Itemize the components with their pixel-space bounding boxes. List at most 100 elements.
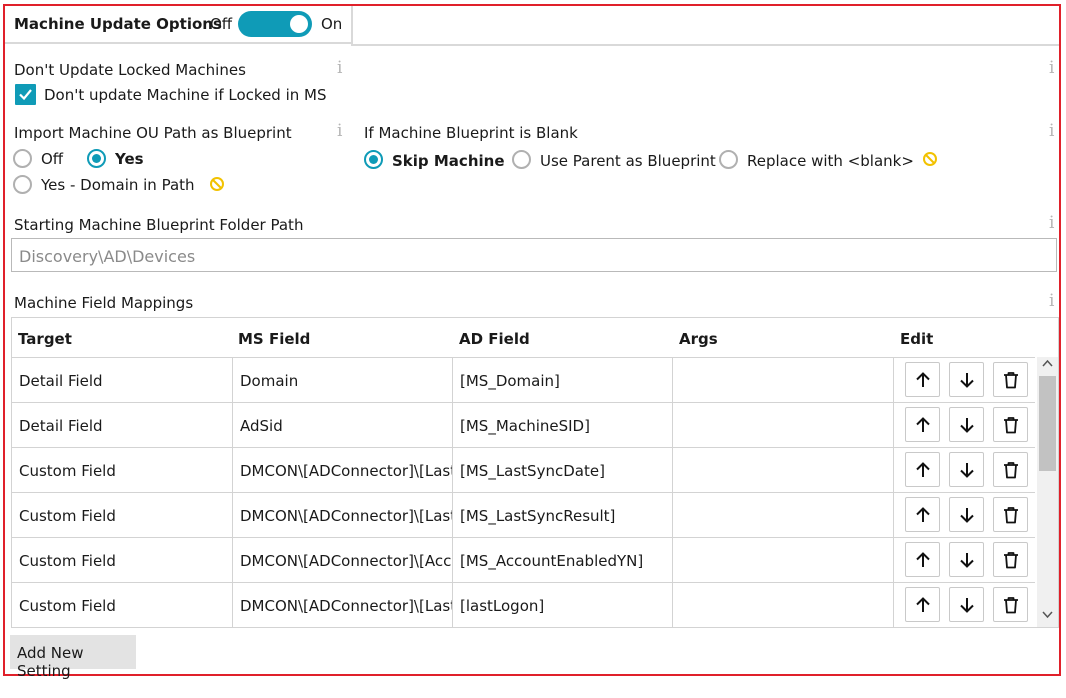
mappings-label: Machine Field Mappings bbox=[14, 294, 194, 312]
blank-label-parent: Use Parent as Blueprint bbox=[540, 152, 716, 170]
import-ou-radio-off[interactable] bbox=[13, 149, 32, 168]
table-row[interactable]: Custom Field DMCON\[ADConnector]\[Accou [M… bbox=[12, 537, 1035, 583]
cell-target[interactable]: Detail Field bbox=[12, 403, 233, 448]
cell-ad-field[interactable]: [MS_LastSyncDate] bbox=[453, 448, 673, 493]
cell-ad-field[interactable]: [MS_MachineSID] bbox=[453, 403, 673, 448]
column-header-ms-field[interactable]: MS Field bbox=[238, 330, 310, 348]
cell-target[interactable]: Custom Field bbox=[12, 538, 233, 583]
scroll-down-icon[interactable] bbox=[1042, 611, 1053, 619]
blank-label-replace: Replace with <blank> bbox=[747, 152, 914, 170]
info-icon[interactable]: i bbox=[1049, 213, 1054, 233]
cell-args[interactable] bbox=[673, 538, 894, 583]
cell-args[interactable] bbox=[673, 583, 894, 627]
delete-row-button[interactable] bbox=[993, 362, 1028, 397]
cell-ms-field[interactable]: DMCON\[ADConnector]\[Accou bbox=[233, 538, 453, 583]
cell-target-text: Custom Field bbox=[19, 552, 116, 570]
column-header-ad-field[interactable]: AD Field bbox=[459, 330, 530, 348]
cell-ms-field[interactable]: DMCON\[ADConnector]\[LastLc bbox=[233, 583, 453, 627]
blank-radio-skip[interactable] bbox=[364, 150, 383, 169]
delete-row-button[interactable] bbox=[993, 542, 1028, 577]
import-ou-radio-domain[interactable] bbox=[13, 175, 32, 194]
delete-row-button[interactable] bbox=[993, 452, 1028, 487]
cell-target-text: Custom Field bbox=[19, 597, 116, 615]
info-icon[interactable]: i bbox=[1049, 58, 1054, 78]
scroll-up-icon[interactable] bbox=[1042, 359, 1053, 367]
checkmark-icon bbox=[19, 89, 32, 101]
scroll-thumb[interactable] bbox=[1039, 376, 1056, 471]
no-entry-icon[interactable] bbox=[209, 176, 225, 192]
cell-ms-field[interactable]: DMCON\[ADConnector]\[LastSy bbox=[233, 493, 453, 538]
cell-ms-field[interactable]: AdSid bbox=[233, 403, 453, 448]
info-icon[interactable]: i bbox=[1049, 121, 1054, 141]
blank-radio-replace[interactable] bbox=[719, 150, 738, 169]
blank-radio-parent[interactable] bbox=[512, 150, 531, 169]
column-header-target[interactable]: Target bbox=[18, 330, 72, 348]
cell-target[interactable]: Detail Field bbox=[12, 358, 233, 403]
cell-ad-field[interactable]: [MS_AccountEnabledYN] bbox=[453, 538, 673, 583]
blank-blueprint-section-label: If Machine Blueprint is Blank bbox=[364, 124, 578, 142]
cell-ms-field-text: Domain bbox=[240, 372, 299, 390]
move-down-button[interactable] bbox=[949, 497, 984, 532]
cell-ad-field-text: [MS_AccountEnabledYN] bbox=[460, 552, 644, 570]
table-scrollbar[interactable] bbox=[1037, 357, 1058, 627]
header-divider bbox=[351, 44, 1059, 46]
dont-update-locked-checkbox[interactable] bbox=[15, 84, 36, 105]
cell-args[interactable] bbox=[673, 403, 894, 448]
mappings-table: Target MS Field AD Field Args Edit Detai… bbox=[11, 317, 1059, 628]
move-up-button[interactable] bbox=[905, 452, 940, 487]
column-header-args[interactable]: Args bbox=[679, 330, 718, 348]
table-row[interactable]: Custom Field DMCON\[ADConnector]\[LastLc [… bbox=[12, 582, 1035, 627]
cell-ad-field-text: [MS_MachineSID] bbox=[460, 417, 590, 435]
import-ou-section-label: Import Machine OU Path as Blueprint bbox=[14, 124, 292, 142]
cell-args[interactable] bbox=[673, 358, 894, 403]
cell-args[interactable] bbox=[673, 493, 894, 538]
table-row[interactable]: Custom Field DMCON\[ADConnector]\[LastSy [… bbox=[12, 447, 1035, 493]
import-ou-radio-yes[interactable] bbox=[87, 149, 106, 168]
info-icon[interactable]: i bbox=[337, 58, 342, 78]
delete-row-button[interactable] bbox=[993, 587, 1028, 622]
delete-row-button[interactable] bbox=[993, 407, 1028, 442]
import-ou-label-yes: Yes bbox=[115, 150, 144, 168]
folder-path-input[interactable]: Discovery\AD\Devices bbox=[11, 238, 1057, 272]
cell-ms-field-text: DMCON\[ADConnector]\[LastSy bbox=[240, 507, 453, 525]
cell-ms-field[interactable]: DMCON\[ADConnector]\[LastSy bbox=[233, 448, 453, 493]
column-header-edit: Edit bbox=[900, 330, 934, 348]
folder-path-label: Starting Machine Blueprint Folder Path bbox=[14, 216, 304, 234]
cell-ad-field[interactable]: [MS_Domain] bbox=[453, 358, 673, 403]
cell-ms-field[interactable]: Domain bbox=[233, 358, 453, 403]
cell-ad-field[interactable]: [lastLogon] bbox=[453, 583, 673, 627]
page-title: Machine Update Options bbox=[14, 15, 222, 33]
move-down-button[interactable] bbox=[949, 407, 984, 442]
update-options-toggle[interactable] bbox=[238, 11, 312, 37]
add-new-setting-button[interactable]: Add New Setting bbox=[10, 635, 136, 680]
move-up-button[interactable] bbox=[905, 407, 940, 442]
move-up-button[interactable] bbox=[905, 497, 940, 532]
folder-path-value: Discovery\AD\Devices bbox=[19, 247, 196, 266]
move-down-button[interactable] bbox=[949, 362, 984, 397]
blank-label-skip: Skip Machine bbox=[392, 152, 505, 170]
table-row[interactable]: Custom Field DMCON\[ADConnector]\[LastSy [… bbox=[12, 492, 1035, 538]
locked-section-label: Don't Update Locked Machines bbox=[14, 61, 246, 79]
move-down-button[interactable] bbox=[949, 452, 984, 487]
info-icon[interactable]: i bbox=[337, 121, 342, 141]
cell-ad-field-text: [MS_LastSyncResult] bbox=[460, 507, 616, 525]
move-up-button[interactable] bbox=[905, 362, 940, 397]
move-down-button[interactable] bbox=[949, 587, 984, 622]
cell-ms-field-text: DMCON\[ADConnector]\[LastSy bbox=[240, 462, 453, 480]
delete-row-button[interactable] bbox=[993, 497, 1028, 532]
info-icon[interactable]: i bbox=[1049, 291, 1054, 311]
cell-target[interactable]: Custom Field bbox=[12, 448, 233, 493]
move-up-button[interactable] bbox=[905, 587, 940, 622]
move-down-button[interactable] bbox=[949, 542, 984, 577]
move-up-button[interactable] bbox=[905, 542, 940, 577]
cell-target-text: Custom Field bbox=[19, 462, 116, 480]
table-row[interactable]: Detail Field AdSid [MS_MachineSID] bbox=[12, 402, 1035, 448]
cell-target-text: Detail Field bbox=[19, 417, 103, 435]
cell-target[interactable]: Custom Field bbox=[12, 493, 233, 538]
cell-ad-field[interactable]: [MS_LastSyncResult] bbox=[453, 493, 673, 538]
no-entry-icon[interactable] bbox=[922, 151, 938, 167]
cell-args[interactable] bbox=[673, 448, 894, 493]
cell-ms-field-text: AdSid bbox=[240, 417, 283, 435]
table-row[interactable]: Detail Field Domain [MS_Domain] bbox=[12, 357, 1035, 403]
cell-target[interactable]: Custom Field bbox=[12, 583, 233, 627]
